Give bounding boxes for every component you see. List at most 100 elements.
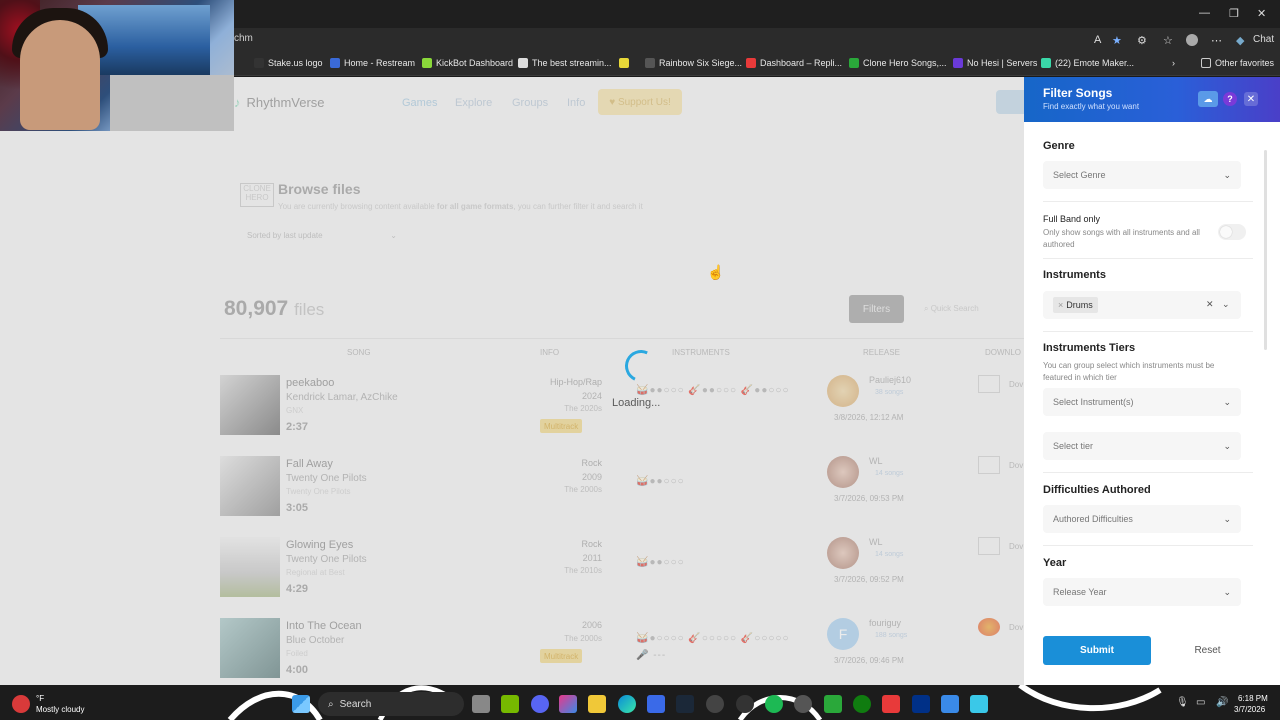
clock-date[interactable]: 3/7/2026 [1234, 705, 1265, 714]
copilot-app-icon[interactable] [559, 695, 577, 713]
reset-button[interactable]: Reset [1160, 636, 1255, 665]
tier-instrument-select[interactable]: Select Instrument(s) ⌄ [1043, 388, 1241, 416]
tiers-title: Instruments Tiers [1043, 342, 1136, 354]
app-icon[interactable] [970, 695, 988, 713]
obs-icon[interactable] [706, 695, 724, 713]
xbox-icon[interactable] [853, 695, 871, 713]
close-icon[interactable]: ✕ [1244, 92, 1258, 106]
file-explorer-icon[interactable] [588, 695, 606, 713]
extensions-icon[interactable]: ⚙ [1137, 34, 1147, 47]
filter-panel-subtitle: Find exactly what you want [1043, 102, 1140, 111]
4k-app-icon[interactable] [794, 695, 812, 713]
nvidia-icon[interactable] [501, 695, 519, 713]
read-aloud-icon[interactable]: A [1094, 34, 1101, 46]
panel-scrollbar[interactable] [1264, 150, 1267, 350]
url-text[interactable]: chm [234, 33, 253, 44]
remove-tag-icon[interactable]: × [1058, 300, 1063, 310]
weather-temp[interactable]: °F [36, 694, 44, 703]
b-app-icon[interactable] [824, 695, 842, 713]
folder-icon [1201, 58, 1211, 68]
close-window-icon[interactable]: ✕ [1257, 7, 1266, 20]
chevron-down-icon: ⌄ [1223, 586, 1231, 597]
discord-icon[interactable]: ☁ [1198, 91, 1218, 107]
filter-panel-title: Filter Songs [1043, 86, 1113, 100]
year-select[interactable]: Release Year ⌄ [1043, 578, 1241, 606]
r6-icon [645, 58, 655, 68]
favorites-icon[interactable]: ☆ [1163, 34, 1173, 47]
snapchat-icon [619, 58, 629, 68]
bookmark-item[interactable]: Dashboard – Repli... [746, 58, 842, 68]
steam-icon[interactable] [676, 695, 694, 713]
wallpaper-swoosh [227, 685, 1162, 720]
bookmark-item[interactable]: Stake.us logo [254, 58, 323, 68]
bookmark-item[interactable]: The best streamin... [518, 58, 612, 68]
paypal-icon[interactable] [912, 695, 930, 713]
year-title: Year [1043, 557, 1067, 569]
sheets-icon [849, 58, 859, 68]
weather-icon[interactable] [12, 695, 30, 713]
tiers-description: You can group select which instruments m… [1043, 361, 1215, 382]
full-band-toggle[interactable] [1218, 224, 1246, 240]
bookmark-item[interactable] [619, 58, 629, 68]
profile-avatar[interactable] [1186, 34, 1198, 46]
emote-icon [1041, 58, 1051, 68]
genre-title: Genre [1043, 140, 1075, 152]
restream-icon [330, 58, 340, 68]
bookmark-item[interactable]: Home - Restream [330, 58, 415, 68]
full-band-label: Full Band only [1043, 214, 1101, 224]
clear-icon[interactable]: ✕ [1206, 299, 1214, 310]
microphone-icon[interactable]: 🎙 [1176, 697, 1189, 708]
clock-time[interactable]: 6:18 PM [1238, 694, 1268, 703]
difficulties-title: Difficulties Authored [1043, 484, 1151, 496]
stake-icon [254, 58, 264, 68]
windows-start-icon[interactable] [292, 695, 310, 713]
more-menu-icon[interactable]: ⋯ [1211, 34, 1222, 47]
webcam-overlay [0, 0, 234, 131]
search-icon: ⌕ [328, 698, 334, 710]
restore-icon[interactable]: ❐ [1229, 7, 1239, 20]
hand-cursor-icon: ☝ [707, 264, 725, 280]
store-icon[interactable] [647, 695, 665, 713]
chevron-right-icon[interactable]: › [1172, 58, 1175, 68]
edge-icon[interactable] [618, 695, 636, 713]
loading-overlay [0, 77, 1024, 685]
instrument-tag[interactable]: × Drums [1053, 297, 1098, 313]
genre-select[interactable]: Select Genre ⌄ [1043, 161, 1241, 189]
full-band-description: Only show songs with all instruments and… [1043, 228, 1200, 249]
game-app-icon[interactable] [882, 695, 900, 713]
minimize-icon[interactable]: — [1199, 7, 1210, 19]
display-icon[interactable]: ▭ [1196, 697, 1205, 708]
bookmark-item[interactable]: Clone Hero Songs,... [849, 58, 947, 68]
submit-button[interactable]: Submit [1043, 636, 1151, 665]
chevron-down-icon[interactable]: ⌄ [1222, 299, 1230, 310]
instruments-title: Instruments [1043, 269, 1106, 281]
streaming-icon [518, 58, 528, 68]
app-icon[interactable] [941, 695, 959, 713]
task-view-icon[interactable] [472, 695, 490, 713]
chevron-down-icon: ⌄ [1223, 440, 1231, 451]
bookmark-item[interactable]: Rainbow Six Siege... [645, 58, 742, 68]
kickbot-icon [422, 58, 432, 68]
bookmark-item[interactable]: (22) Emote Maker... [1041, 58, 1134, 68]
taskbar-search[interactable]: ⌕ Search [318, 692, 464, 716]
bookmark-item[interactable]: No Hesi | Servers [953, 58, 1037, 68]
replit-icon [746, 58, 756, 68]
weather-description[interactable]: Mostly cloudy [36, 705, 84, 714]
difficulties-select[interactable]: Authored Difficulties ⌄ [1043, 505, 1241, 533]
bookmark-item[interactable]: KickBot Dashboard [422, 58, 513, 68]
nohesi-icon [953, 58, 963, 68]
chevron-down-icon: ⌄ [1223, 396, 1231, 407]
copilot-icon[interactable]: ◆ [1236, 34, 1244, 47]
discord-app-icon[interactable] [531, 695, 549, 713]
spotify-icon[interactable] [765, 695, 783, 713]
help-icon[interactable]: ? [1223, 92, 1237, 106]
tier-select[interactable]: Select tier ⌄ [1043, 432, 1241, 460]
chevron-down-icon: ⌄ [1223, 169, 1231, 180]
loading-text: Loading... [612, 397, 661, 409]
bookmark-folder[interactable]: Other favorites [1201, 58, 1274, 68]
volume-icon[interactable]: 🔊 [1216, 697, 1228, 708]
chevron-down-icon: ⌄ [1223, 513, 1231, 524]
star-icon[interactable]: ★ [1112, 34, 1122, 47]
settings-app-icon[interactable] [736, 695, 754, 713]
chat-label[interactable]: Chat [1253, 34, 1274, 45]
